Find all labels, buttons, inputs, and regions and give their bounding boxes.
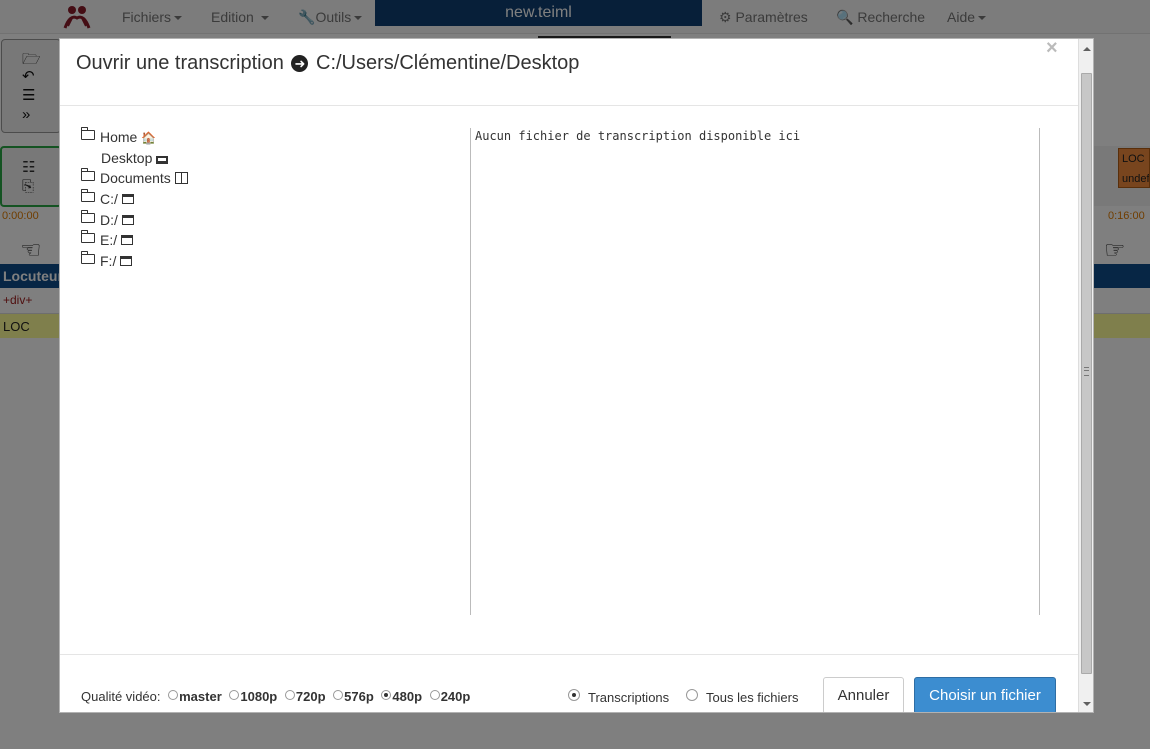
modal-title: Ouvrir une transcription ➜ C:/Users/Clém… xyxy=(76,52,579,75)
file-list-empty-message: Aucun fichier de transcription disponibl… xyxy=(475,129,801,143)
scroll-down-arrow-icon[interactable] xyxy=(1083,702,1091,706)
monitor-icon xyxy=(156,155,169,164)
tree-item-label: Home xyxy=(100,129,138,145)
quality-option-label: 480p xyxy=(392,689,423,704)
tree-item-d[interactable]: D:/ xyxy=(81,209,461,233)
tree-item-documents[interactable]: Documents xyxy=(81,168,461,191)
modal-title-prefix: Ouvrir une transcription xyxy=(76,52,284,74)
modal-scrollbar[interactable] xyxy=(1078,39,1093,712)
drive-icon xyxy=(121,235,134,246)
video-quality-group: Qualité vidéo: master 1080p 720p 576p 48… xyxy=(81,689,470,704)
quality-option-label: 240p xyxy=(440,689,471,704)
folder-icon xyxy=(81,127,95,140)
scrollbar-thumb[interactable] xyxy=(1081,73,1092,674)
modal-header: Ouvrir une transcription ➜ C:/Users/Clém… xyxy=(60,39,1078,106)
folder-icon xyxy=(81,189,95,203)
radio-1080p[interactable] xyxy=(229,690,240,700)
drive-icon xyxy=(121,194,134,205)
drive-icon xyxy=(120,256,133,267)
quality-option-label: 576p xyxy=(344,689,374,704)
video-quality-label: Qualité vidéo: xyxy=(81,689,161,704)
grip-icon xyxy=(1084,367,1089,376)
radio-all-files[interactable] xyxy=(686,689,698,701)
filter-transcriptions[interactable]: Transcriptions xyxy=(564,689,669,705)
close-button[interactable]: × xyxy=(1046,39,1058,60)
radio-240p[interactable] xyxy=(429,690,440,700)
filter-all-files-label: Tous les fichiers xyxy=(706,690,799,705)
choose-file-button[interactable]: Choisir un fichier xyxy=(914,677,1056,712)
radio-transcriptions[interactable] xyxy=(568,689,580,701)
folder-icon xyxy=(81,230,95,244)
modal-footer: Qualité vidéo: master 1080p 720p 576p 48… xyxy=(60,654,1078,712)
quality-option-label: 720p xyxy=(295,689,326,704)
radio-576p[interactable] xyxy=(333,690,344,700)
open-transcription-dialog: Ouvrir une transcription ➜ C:/Users/Clém… xyxy=(59,38,1094,713)
book-icon xyxy=(174,172,188,185)
tree-item-c[interactable]: C:/ xyxy=(81,189,461,212)
pane-divider xyxy=(470,128,471,615)
home-icon: 🏠 xyxy=(141,131,157,145)
arrow-circle-right-icon: ➜ xyxy=(291,55,309,72)
folder-icon xyxy=(81,251,95,265)
quality-option-label: master xyxy=(179,689,222,704)
scroll-up-arrow-icon[interactable] xyxy=(1083,47,1091,51)
filter-all-files[interactable]: Tous les fichiers xyxy=(682,689,798,705)
folder-tree: Home 🏠 Desktop Documents C:/ D:/ E:/ F:/ xyxy=(81,127,461,274)
folder-icon xyxy=(81,168,95,182)
pane-divider-right xyxy=(1039,128,1040,615)
cancel-button[interactable]: Annuler xyxy=(823,677,904,712)
modal-title-path: C:/Users/Clémentine/Desktop xyxy=(316,52,580,74)
tree-item-label: Documents xyxy=(100,170,171,187)
tree-item-f[interactable]: F:/ xyxy=(81,251,461,274)
tree-item-label: Desktop xyxy=(101,149,153,166)
tree-item-home[interactable]: Home 🏠 xyxy=(81,127,461,150)
tree-item-e[interactable]: E:/ xyxy=(81,230,461,253)
radio-720p[interactable] xyxy=(284,690,295,700)
tree-item-label: E:/ xyxy=(100,232,118,249)
tree-item-label: D:/ xyxy=(100,211,118,228)
radio-480p[interactable] xyxy=(381,690,392,700)
filter-transcriptions-label: Transcriptions xyxy=(588,690,670,705)
quality-option-label: 1080p xyxy=(240,689,278,704)
drive-icon xyxy=(121,214,134,225)
tree-item-label: C:/ xyxy=(100,191,118,208)
tree-item-label: F:/ xyxy=(100,253,117,270)
folder-icon xyxy=(81,209,95,223)
tree-item-desktop[interactable]: Desktop xyxy=(81,150,461,171)
radio-master[interactable] xyxy=(168,690,179,700)
